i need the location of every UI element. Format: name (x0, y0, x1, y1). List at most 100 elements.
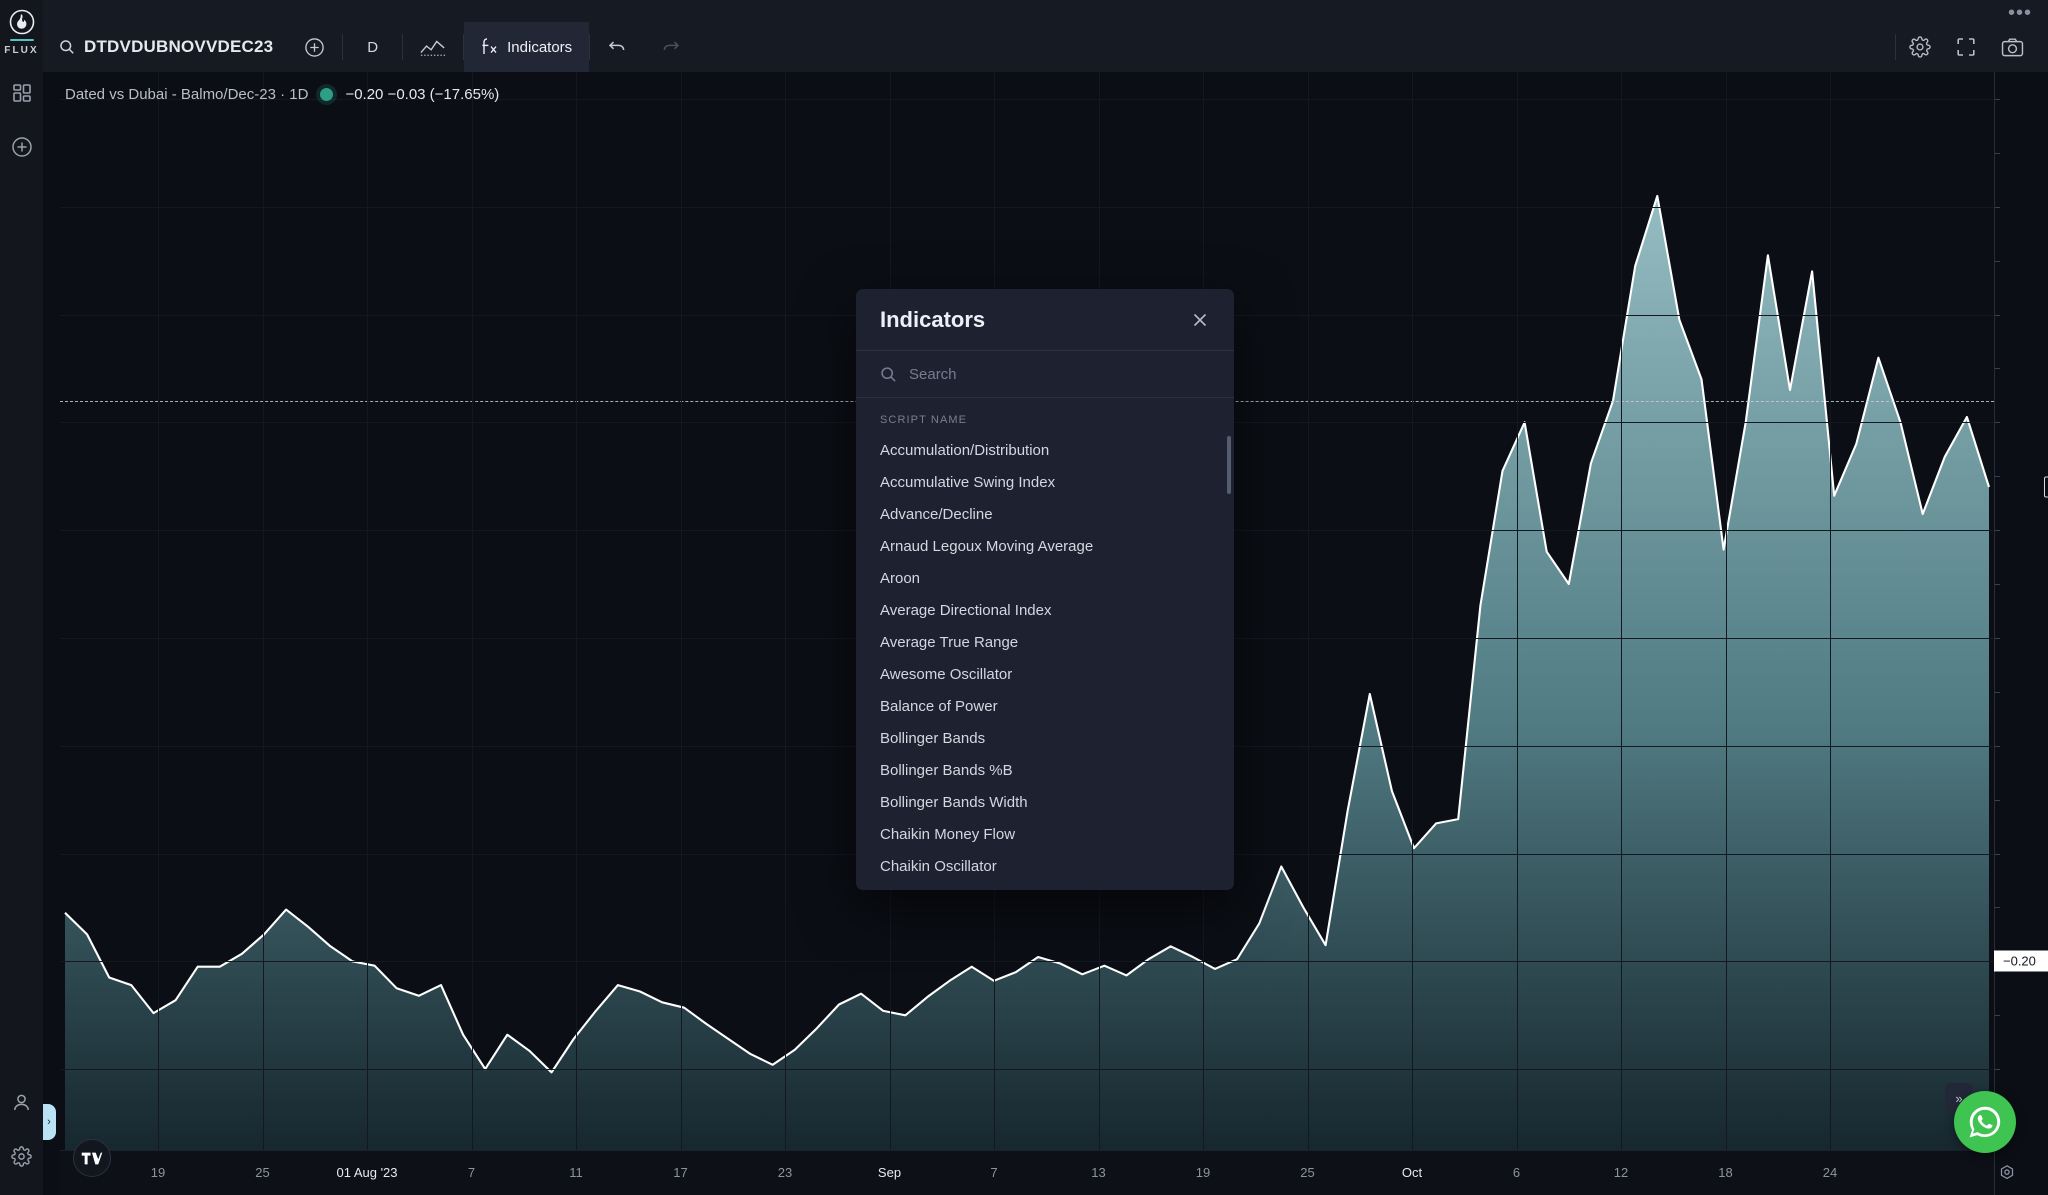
script-name-column-header: SCRIPT NAME (880, 414, 968, 426)
camera-icon (2001, 37, 2024, 58)
indicator-list-item[interactable]: Chaikin Money Flow (856, 818, 1234, 850)
time-axis[interactable]: 19 25 01 Aug '23 7 11 17 23 Sep 7 13 19 25 Oct 6 12 18 2… (60, 1150, 1994, 1195)
grid-line-vertical (1725, 72, 1727, 1150)
sidebar-item-dashboard[interactable] (5, 76, 39, 110)
time-axis-label: 17 (673, 1165, 688, 1180)
indicators-button[interactable]: Indicators (464, 22, 590, 72)
search-icon (880, 366, 897, 383)
time-axis-label: 01 Aug '23 (336, 1165, 398, 1180)
dialog-search-row (856, 350, 1234, 398)
close-icon[interactable] (1190, 310, 1210, 330)
grid-line-horizontal (60, 206, 1994, 208)
add-symbol-button[interactable] (287, 22, 342, 72)
time-axis-label: 18 (1718, 1165, 1733, 1180)
crosshair-price-badge: 0.24 (2043, 476, 2048, 498)
grid-line-vertical (262, 72, 264, 1150)
price-axis-tick (1995, 745, 2000, 747)
chart-type-button[interactable] (403, 22, 463, 72)
redo-button[interactable] (644, 22, 698, 72)
price-axis-tick (1995, 637, 2000, 639)
snapshot-button[interactable] (1990, 25, 2034, 69)
price-axis-tick (1995, 422, 2000, 424)
price-axis-tick (1995, 476, 2000, 478)
gear-icon (1909, 36, 1931, 58)
tradingview-logo-icon[interactable] (73, 1139, 111, 1177)
flame-logo-icon[interactable] (8, 8, 36, 36)
dialog-scrollbar[interactable] (1227, 436, 1231, 494)
price-axis-tick (1995, 314, 2000, 316)
more-options-button[interactable]: ••• (2008, 3, 2032, 23)
whatsapp-icon[interactable] (1954, 1091, 2016, 1153)
price-axis-tick (1995, 1015, 2000, 1017)
indicator-list-item[interactable]: Bollinger Bands %B (856, 754, 1234, 786)
indicator-list[interactable]: Accumulation/Distribution Accumulative Sw… (856, 434, 1234, 890)
indicator-list-item[interactable]: Arnaud Legoux Moving Average (856, 530, 1234, 562)
price-axis-tick (1995, 584, 2000, 586)
grid-line-vertical (1516, 72, 1518, 1150)
symbol-label: DTDVDUBNOVVDEC23 (84, 37, 274, 56)
chevron-right-icon[interactable]: › (42, 1104, 56, 1140)
time-axis-label: 13 (1091, 1165, 1106, 1180)
dialog-title: Indicators (880, 306, 986, 332)
top-toolbar: ••• DTDVDUBNOVVDEC23 D Indicators (43, 0, 2048, 72)
grid-line-vertical (576, 72, 577, 1150)
price-axis-tick (1995, 368, 2000, 370)
chart-legend: Dated vs Dubai - Balmo/Dec-23 · 1D −0.20… (65, 86, 499, 103)
grid-line-vertical (1621, 72, 1622, 1150)
grid-line-vertical (1412, 72, 1413, 1150)
redo-arrow-icon (661, 38, 681, 56)
time-axis-label: 24 (1822, 1165, 1838, 1180)
indicator-list-item[interactable]: Average True Range (856, 626, 1234, 658)
left-sidebar: FLUX (0, 0, 43, 1195)
time-axis-label: 25 (1300, 1165, 1315, 1180)
grid-line-horizontal (60, 961, 1994, 963)
price-axis-tick (1995, 799, 2000, 801)
price-axis-tick (1995, 152, 2000, 154)
brand-label: FLUX (4, 45, 39, 56)
dialog-header: Indicators (856, 289, 1234, 350)
indicator-list-item[interactable]: Bollinger Bands (856, 722, 1234, 754)
gear-hex-icon[interactable] (1998, 1164, 2016, 1187)
price-axis-tick (1995, 98, 2000, 100)
time-axis-label: 7 (467, 1165, 476, 1180)
grid-line-horizontal (60, 1069, 1994, 1071)
chart-settings-button[interactable] (1898, 25, 1942, 69)
search-input[interactable] (909, 365, 1210, 383)
line-chart-icon (420, 37, 446, 57)
undo-button[interactable] (590, 22, 644, 72)
price-axis-tick (1995, 907, 2000, 909)
price-axis[interactable]: 0.600.550.500.450.400.350.300.250.200.15… (1994, 72, 2048, 1195)
sidebar-item-settings[interactable] (5, 1139, 39, 1173)
indicator-list-item[interactable]: Awesome Oscillator (856, 658, 1234, 690)
indicator-list-item[interactable]: Advance/Decline (856, 498, 1234, 530)
time-axis-label: 19 (1195, 1165, 1211, 1180)
indicator-list-item[interactable]: Chaikin Oscillator (856, 850, 1234, 882)
legend-status-dot (320, 88, 334, 101)
time-axis-label: 19 (150, 1165, 166, 1180)
indicators-dialog: Indicators SCRIPT NAME Accumulation/Dist… (856, 289, 1234, 890)
sidebar-item-add[interactable] (5, 130, 39, 164)
sidebar-item-account[interactable] (5, 1085, 39, 1119)
indicator-list-item[interactable]: Average Directional Index (856, 594, 1234, 626)
time-axis-label: 7 (990, 1165, 998, 1180)
indicator-list-item[interactable]: Balance of Power (856, 690, 1234, 722)
price-axis-tick (1995, 1069, 2000, 1071)
fx-icon (481, 37, 499, 57)
interval-button[interactable]: D (343, 22, 402, 72)
legend-values: −0.20 −0.03 (−17.65%) (345, 86, 500, 103)
indicator-list-item[interactable]: Bollinger Bands Width (856, 786, 1234, 818)
grid-line-vertical (158, 72, 159, 1150)
legend-title: Dated vs Dubai - Balmo/Dec-23 · 1D (65, 86, 309, 103)
grid-line-vertical (1830, 72, 1831, 1150)
grid-line-vertical (785, 72, 786, 1150)
fullscreen-button[interactable] (1944, 25, 1988, 69)
current-price-badge: −0.20 (1994, 950, 2048, 972)
symbol-search-button[interactable]: DTDVDUBNOVVDEC23 (43, 22, 287, 72)
chart-application: FLUX ••• DTDVDUBNOVVDEC23 D Indicators D… (0, 0, 2048, 1195)
toolbar-row: DTDVDUBNOVVDEC23 D Indicators (43, 22, 2048, 72)
time-axis-label: 11 (569, 1165, 583, 1180)
grid-line-vertical (367, 72, 368, 1150)
indicator-list-item[interactable]: Accumulation/Distribution (856, 434, 1234, 466)
indicator-list-item[interactable]: Accumulative Swing Index (856, 466, 1234, 498)
indicator-list-item[interactable]: Aroon (856, 562, 1234, 594)
